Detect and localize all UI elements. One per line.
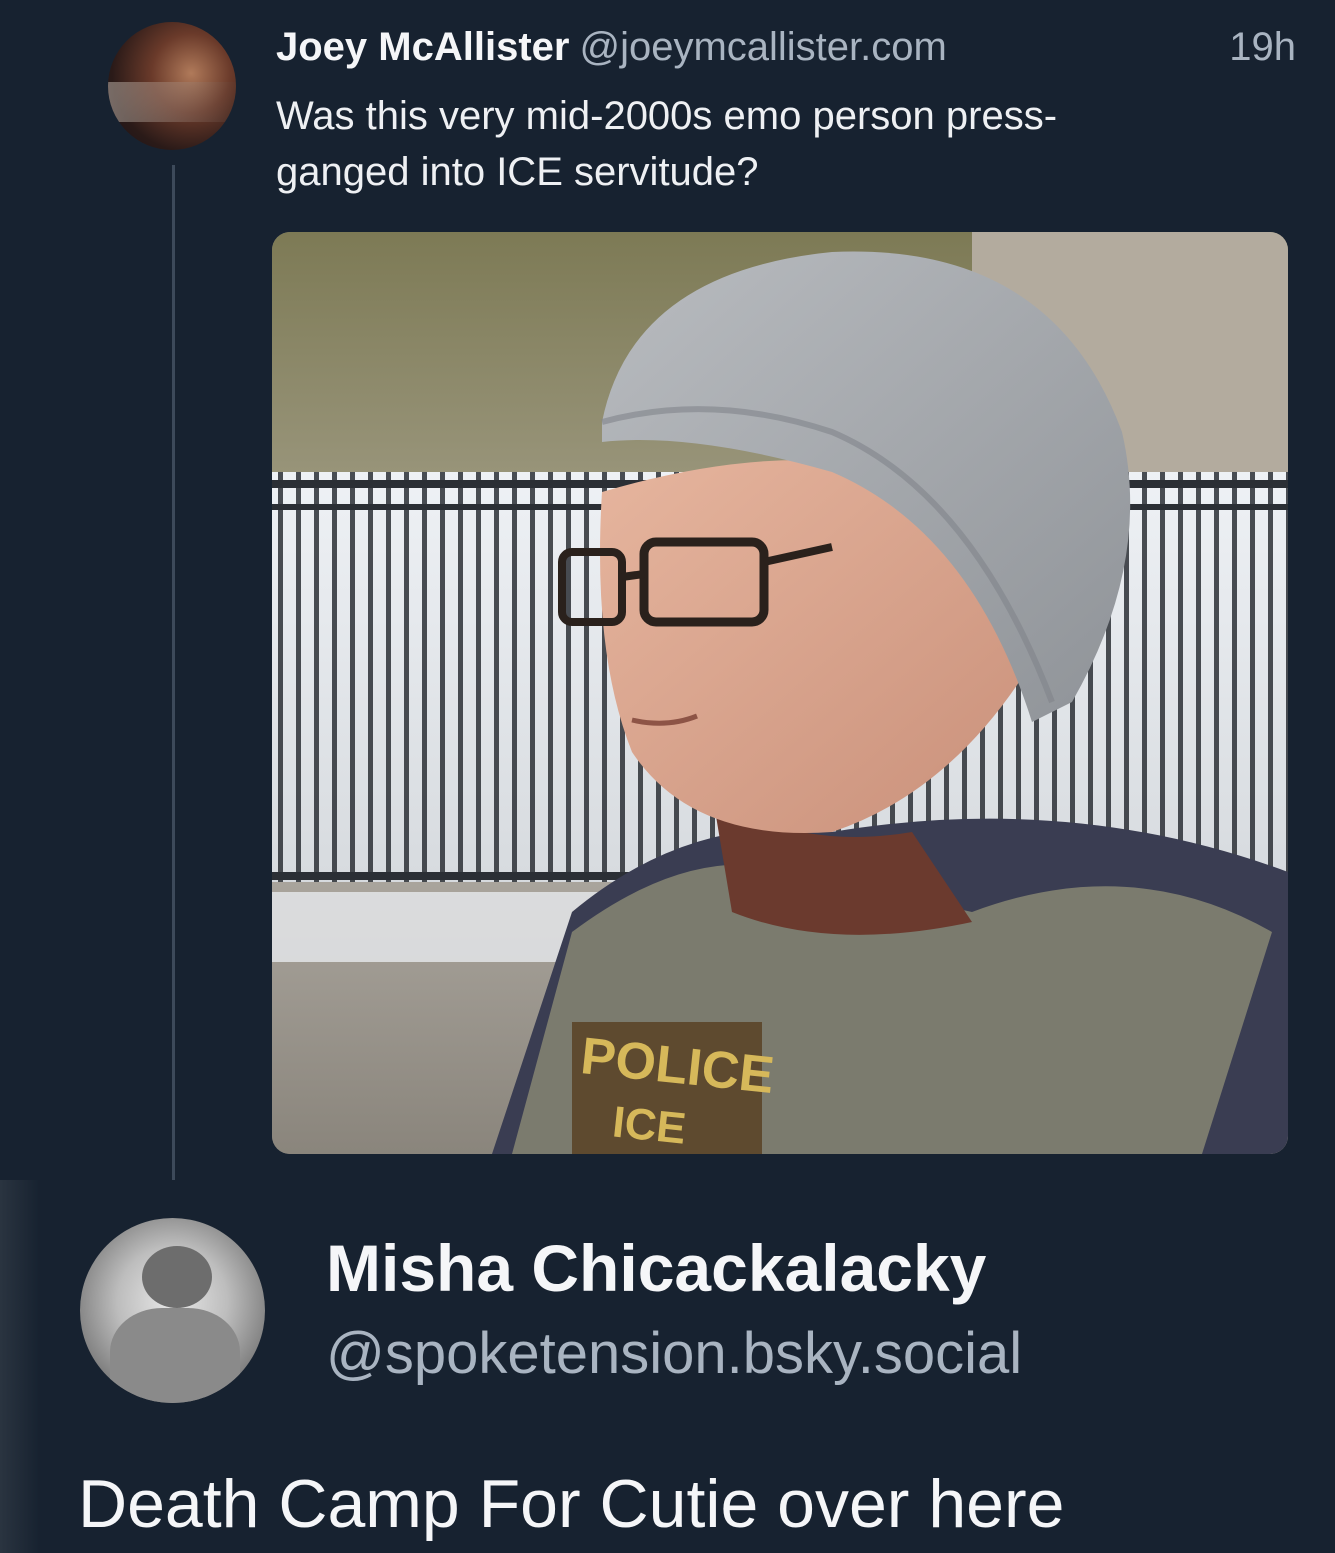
author-display-name[interactable]: Misha Chicackalacky <box>326 1228 986 1308</box>
avatar[interactable] <box>80 1218 265 1403</box>
left-edge-shadow <box>0 1180 40 1553</box>
vest-label-ice: ICE <box>610 1097 688 1153</box>
post-text: Death Camp For Cutie over here <box>78 1466 1065 1542</box>
post-image[interactable]: POLICE ICE <box>272 232 1288 1154</box>
thread-connector-line <box>172 165 175 1180</box>
avatar-photo-detail <box>142 1246 212 1308</box>
post-timestamp[interactable]: 19h <box>1229 22 1296 72</box>
author-display-name[interactable]: Joey McAllister <box>276 25 569 69</box>
post-text: Was this very mid-2000s emo person press… <box>276 94 1058 194</box>
avatar-photo-detail <box>110 1308 240 1403</box>
author-handle[interactable]: @spoketension.bsky.social <box>326 1318 1022 1390</box>
author-handle[interactable]: @joeymcallister.com <box>579 25 946 69</box>
avatar-photo-detail <box>108 82 236 122</box>
post-header: Joey McAllister @joeymcallister.com 19h <box>276 22 1296 72</box>
avatar[interactable] <box>108 22 236 150</box>
photo-illustration: POLICE ICE <box>272 232 1288 1154</box>
